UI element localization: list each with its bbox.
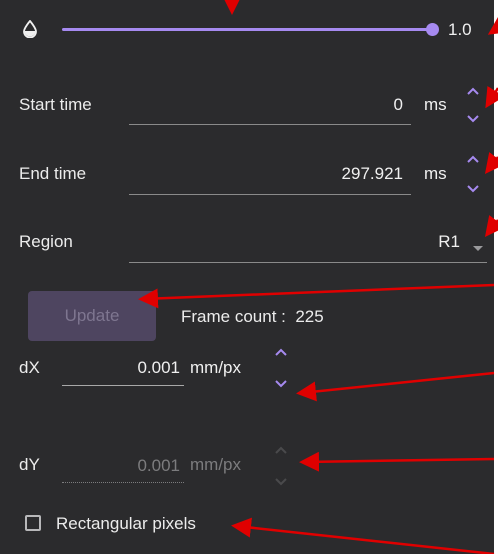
chevron-down-icon (275, 478, 287, 486)
opacity-value: 1.0 (448, 20, 472, 39)
region-select[interactable]: R1 (129, 222, 487, 262)
end-time-spinner[interactable] (466, 153, 480, 197)
dx-underline (62, 385, 184, 386)
start-time-unit: ms (424, 95, 447, 114)
chevron-down-icon (467, 185, 479, 193)
settings-panel: 1.0 Start time 0 ms End time 297.921 ms … (0, 0, 494, 554)
end-time-input[interactable]: 297.921 (129, 157, 411, 193)
opacity-slider-thumb[interactable] (425, 23, 439, 36)
dx-unit: mm/px (190, 358, 241, 377)
dx-spinner[interactable] (274, 347, 288, 391)
rectangular-pixels-checkbox[interactable] (25, 515, 41, 531)
start-time-underline (129, 124, 411, 125)
end-time-underline (129, 194, 411, 195)
dy-input: 0.001 (62, 448, 184, 482)
dy-unit: mm/px (190, 455, 241, 474)
opacity-slider[interactable] (62, 23, 439, 36)
end-time-value: 297.921 (341, 164, 403, 183)
start-time-spinner[interactable] (466, 86, 480, 126)
dx-value: 0.001 (137, 358, 180, 377)
start-time-label: Start time (19, 95, 92, 114)
chevron-down-icon (275, 380, 287, 388)
dy-value: 0.001 (137, 456, 180, 475)
chevron-up-icon (467, 87, 479, 95)
chevron-up-icon (275, 348, 287, 356)
chevron-up-icon (275, 446, 287, 454)
chevron-up-icon (467, 155, 479, 163)
dx-input[interactable]: 0.001 (62, 350, 184, 384)
region-underline (129, 262, 487, 263)
rectangular-pixels-label: Rectangular pixels (56, 514, 196, 533)
end-time-label: End time (19, 164, 87, 183)
frame-count-text: Frame count : 225 (181, 307, 324, 326)
end-time-unit: ms (424, 164, 447, 183)
update-button[interactable]: Update (28, 291, 156, 341)
dy-spinner (274, 445, 288, 489)
chevron-down-icon (467, 115, 479, 123)
dx-label: dX (19, 358, 40, 377)
region-value: R1 (438, 232, 460, 251)
start-time-value: 0 (393, 95, 403, 114)
opacity-slider-track (62, 28, 432, 31)
dropdown-caret-icon (472, 239, 484, 257)
start-time-input[interactable]: 0 (129, 88, 411, 124)
opacity-drop-icon (23, 19, 37, 43)
dy-label: dY (19, 455, 40, 474)
region-label: Region (19, 232, 73, 251)
dy-underline (62, 482, 184, 483)
